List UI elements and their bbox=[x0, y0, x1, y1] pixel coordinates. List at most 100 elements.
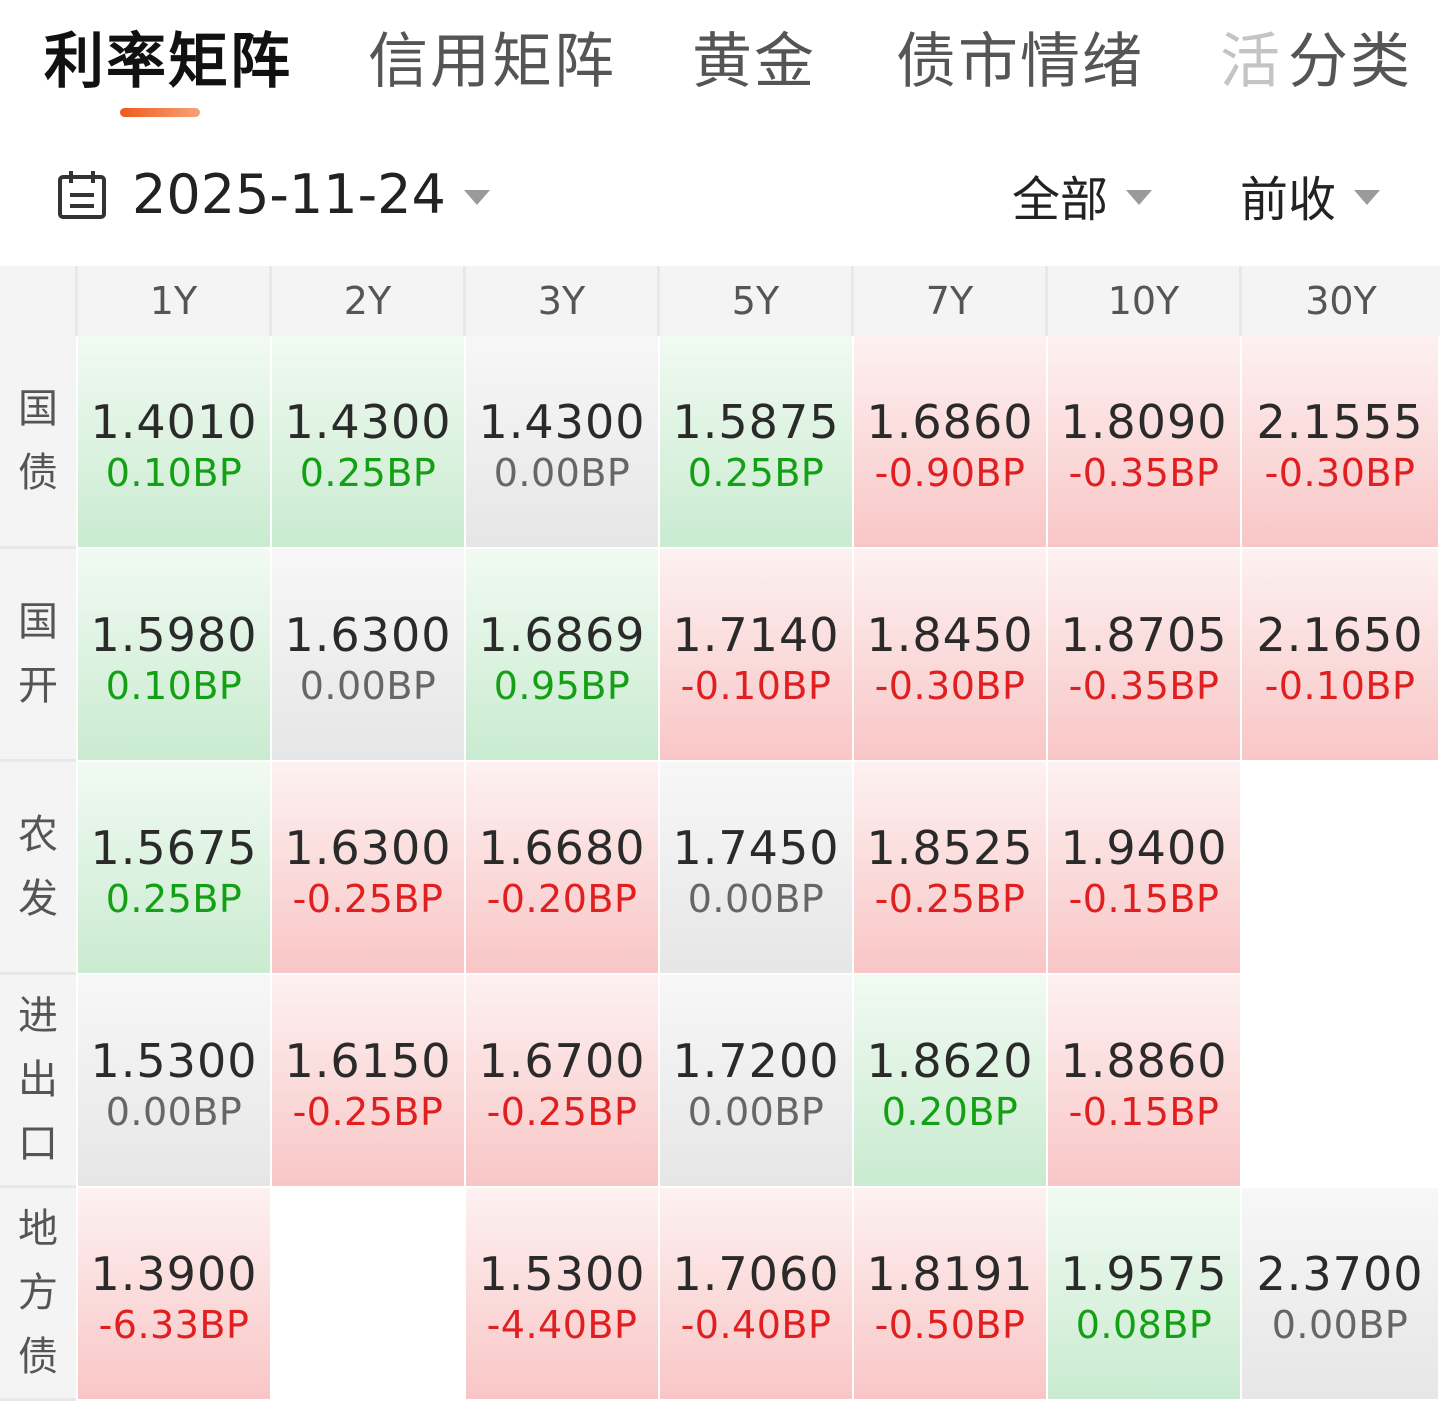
yield-change: 0.00BP bbox=[299, 664, 437, 708]
tab-gold[interactable]: 黄金 bbox=[692, 22, 816, 102]
tab-bar: 利率矩阵 信用矩阵 黄金 债市情绪 活 分类 bbox=[0, 0, 1440, 130]
rate-cell-treasury-5y[interactable]: 1.5875 0.25BP bbox=[660, 336, 854, 549]
yield-value: 1.6150 bbox=[284, 1034, 452, 1088]
yield-value: 1.8525 bbox=[866, 821, 1034, 875]
rate-cell-exim-3y[interactable]: 1.6700 -0.25BP bbox=[466, 975, 660, 1188]
yield-change: 0.00BP bbox=[105, 1090, 243, 1134]
rate-cell-treasury-2y[interactable]: 1.4300 0.25BP bbox=[272, 336, 466, 549]
tab-category[interactable]: 分类 bbox=[1288, 22, 1412, 102]
yield-change: 0.25BP bbox=[299, 451, 437, 495]
rate-cell-treasury-7y[interactable]: 1.6860 -0.90BP bbox=[854, 336, 1048, 549]
yield-value: 1.9575 bbox=[1060, 1247, 1228, 1301]
matrix-header-row: 1Y 2Y 3Y 5Y 7Y 10Y 30Y bbox=[0, 266, 1440, 336]
yield-change: -6.33BP bbox=[98, 1303, 250, 1347]
column-header-7y: 7Y bbox=[854, 266, 1048, 336]
compare-dropdown[interactable]: 前收 bbox=[1240, 160, 1381, 230]
yield-value: 1.5980 bbox=[90, 608, 258, 662]
yield-change: -0.50BP bbox=[874, 1303, 1026, 1347]
rate-cell-local-gov-10y[interactable]: 1.9575 0.08BP bbox=[1048, 1188, 1242, 1401]
yield-change: 0.25BP bbox=[105, 877, 243, 921]
row-label-text: 国开 bbox=[18, 599, 58, 709]
yield-value: 1.3900 bbox=[90, 1247, 258, 1301]
yield-change: 0.20BP bbox=[881, 1090, 1019, 1134]
yield-change: -0.15BP bbox=[1068, 1090, 1220, 1134]
yield-change: -0.25BP bbox=[486, 1090, 638, 1134]
yield-value: 1.5875 bbox=[672, 395, 840, 449]
yield-value: 1.4010 bbox=[90, 395, 258, 449]
rate-cell-adbc-5y[interactable]: 1.7450 0.00BP bbox=[660, 762, 854, 975]
tab-bond-sentiment[interactable]: 债市情绪 bbox=[896, 22, 1144, 102]
rate-cell-adbc-3y[interactable]: 1.6680 -0.20BP bbox=[466, 762, 660, 975]
rate-cell-cdb-3y[interactable]: 1.6869 0.95BP bbox=[466, 549, 660, 762]
rate-cell-local-gov-30y[interactable]: 2.3700 0.00BP bbox=[1242, 1188, 1440, 1401]
tab-partial-live[interactable]: 活 bbox=[1220, 22, 1282, 102]
rate-cell-exim-5y[interactable]: 1.7200 0.00BP bbox=[660, 975, 854, 1188]
chevron-down-icon bbox=[1354, 189, 1381, 205]
yield-change: -0.35BP bbox=[1068, 664, 1220, 708]
rate-cell-cdb-5y[interactable]: 1.7140 -0.10BP bbox=[660, 549, 854, 762]
yield-value: 1.6680 bbox=[478, 821, 646, 875]
matrix-corner-cell bbox=[0, 266, 78, 336]
yield-change: -0.20BP bbox=[486, 877, 638, 921]
yield-change: 0.00BP bbox=[1271, 1303, 1409, 1347]
rate-cell-local-gov-5y[interactable]: 1.7060 -0.40BP bbox=[660, 1188, 854, 1401]
rate-cell-exim-2y[interactable]: 1.6150 -0.25BP bbox=[272, 975, 466, 1188]
active-tab-indicator bbox=[120, 108, 200, 117]
yield-change: -0.25BP bbox=[292, 877, 444, 921]
category-dropdown-label: 全部 bbox=[1012, 172, 1109, 228]
yield-change: -0.90BP bbox=[874, 451, 1026, 495]
rate-cell-cdb-2y[interactable]: 1.6300 0.00BP bbox=[272, 549, 466, 762]
category-dropdown[interactable]: 全部 bbox=[1012, 160, 1153, 230]
yield-value: 1.7060 bbox=[672, 1247, 840, 1301]
rate-cell-adbc-2y[interactable]: 1.6300 -0.25BP bbox=[272, 762, 466, 975]
yield-value: 1.8860 bbox=[1060, 1034, 1228, 1088]
rate-cell-empty bbox=[272, 1188, 466, 1401]
rate-cell-treasury-1y[interactable]: 1.4010 0.10BP bbox=[78, 336, 272, 549]
rate-cell-treasury-30y[interactable]: 2.1555 -0.30BP bbox=[1242, 336, 1440, 549]
yield-value: 2.1650 bbox=[1256, 608, 1424, 662]
rate-cell-cdb-10y[interactable]: 1.8705 -0.35BP bbox=[1048, 549, 1242, 762]
tab-rate-matrix[interactable]: 利率矩阵 bbox=[44, 22, 292, 102]
rate-cell-local-gov-3y[interactable]: 1.5300 -4.40BP bbox=[466, 1188, 660, 1401]
yield-change: -0.10BP bbox=[680, 664, 832, 708]
yield-value: 2.1555 bbox=[1256, 395, 1424, 449]
date-value: 2025-11-24 bbox=[132, 163, 446, 226]
yield-value: 1.7450 bbox=[672, 821, 840, 875]
rate-cell-local-gov-7y[interactable]: 1.8191 -0.50BP bbox=[854, 1188, 1048, 1401]
yield-change: -0.40BP bbox=[680, 1303, 832, 1347]
rate-cell-cdb-30y[interactable]: 2.1650 -0.10BP bbox=[1242, 549, 1440, 762]
column-header-3y: 3Y bbox=[466, 266, 660, 336]
yield-value: 1.6300 bbox=[284, 821, 452, 875]
row-label-local-gov: 地方债 bbox=[0, 1188, 76, 1401]
yield-value: 1.4300 bbox=[284, 395, 452, 449]
rate-cell-treasury-10y[interactable]: 1.8090 -0.35BP bbox=[1048, 336, 1242, 549]
yield-value: 1.5675 bbox=[90, 821, 258, 875]
row-label-exim: 进出口 bbox=[0, 975, 76, 1188]
yield-change: 0.00BP bbox=[687, 877, 825, 921]
rate-cell-adbc-7y[interactable]: 1.8525 -0.25BP bbox=[854, 762, 1048, 975]
rate-cell-treasury-3y[interactable]: 1.4300 0.00BP bbox=[466, 336, 660, 549]
rate-cell-cdb-1y[interactable]: 1.5980 0.10BP bbox=[78, 549, 272, 762]
yield-value: 1.8705 bbox=[1060, 608, 1228, 662]
row-label-cdb: 国开 bbox=[0, 549, 76, 762]
yield-change: 0.08BP bbox=[1075, 1303, 1213, 1347]
rate-cell-adbc-10y[interactable]: 1.9400 -0.15BP bbox=[1048, 762, 1242, 975]
rate-cell-empty bbox=[1242, 762, 1440, 975]
rate-cell-exim-7y[interactable]: 1.8620 0.20BP bbox=[854, 975, 1048, 1188]
rate-cell-cdb-7y[interactable]: 1.8450 -0.30BP bbox=[854, 549, 1048, 762]
yield-change: 0.00BP bbox=[687, 1090, 825, 1134]
yield-value: 1.6860 bbox=[866, 395, 1034, 449]
tab-credit-matrix[interactable]: 信用矩阵 bbox=[368, 22, 616, 102]
rate-cell-adbc-1y[interactable]: 1.5675 0.25BP bbox=[78, 762, 272, 975]
yield-value: 1.8450 bbox=[866, 608, 1034, 662]
yield-change: 0.10BP bbox=[105, 664, 243, 708]
yield-value: 1.9400 bbox=[1060, 821, 1228, 875]
filter-bar: 2025-11-24 全部 前收 bbox=[0, 140, 1440, 250]
column-header-1y: 1Y bbox=[78, 266, 272, 336]
rate-cell-exim-1y[interactable]: 1.5300 0.00BP bbox=[78, 975, 272, 1188]
rate-cell-local-gov-1y[interactable]: 1.3900 -6.33BP bbox=[78, 1188, 272, 1401]
rate-cell-exim-10y[interactable]: 1.8860 -0.15BP bbox=[1048, 975, 1242, 1188]
date-picker[interactable]: 2025-11-24 bbox=[56, 160, 490, 230]
yield-change: -0.25BP bbox=[874, 877, 1026, 921]
yield-value: 1.4300 bbox=[478, 395, 646, 449]
